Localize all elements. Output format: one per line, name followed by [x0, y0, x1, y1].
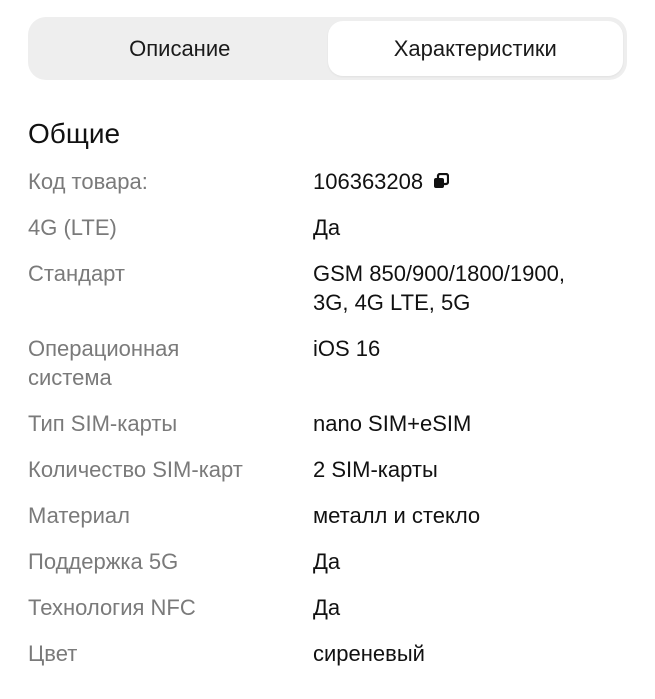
spec-label: Поддержка 5G: [28, 549, 179, 574]
spec-label: Тип SIM-карты: [28, 411, 178, 436]
spec-label: Материал: [28, 503, 130, 528]
spec-label: Операционная система: [28, 336, 180, 390]
spec-value: Да: [313, 215, 341, 240]
spec-row-color: Цвет сиреневый: [28, 639, 628, 668]
spec-label: Код товара:: [28, 169, 148, 194]
spec-value: Да: [313, 595, 341, 620]
spec-value: iOS 16: [313, 336, 381, 361]
spec-row-product-code: Код товара: 106363208: [28, 167, 628, 196]
spec-value: металл и стекло: [313, 503, 481, 528]
spec-row-sim-count: Количество SIM-карт 2 SIM-карты: [28, 455, 628, 484]
tab-description[interactable]: Описание: [32, 21, 328, 76]
product-code-value: 106363208: [313, 169, 424, 194]
spec-row-os: Операционная система iOS 16: [28, 334, 628, 392]
tab-switcher: Описание Характеристики: [28, 17, 627, 80]
spec-label: Стандарт: [28, 261, 126, 286]
spec-value: Да: [313, 549, 341, 574]
copy-icon[interactable]: [433, 172, 450, 189]
spec-value: 106363208: [313, 167, 628, 196]
spec-label: Количество SIM-карт: [28, 457, 243, 482]
spec-value: 2 SIM-карты: [313, 457, 438, 482]
section-title: Общие: [28, 118, 121, 149]
spec-value: сиреневый: [313, 641, 425, 666]
tab-specifications[interactable]: Характеристики: [327, 21, 623, 76]
spec-value: GSM 850/900/1800/1900, 3G, 4G LTE, 5G: [313, 261, 565, 315]
spec-row-nfc: Технология NFC Да: [28, 593, 628, 622]
spec-row-material: Материал металл и стекло: [28, 501, 628, 530]
spec-row-standard: Стандарт GSM 850/900/1800/1900, 3G, 4G L…: [28, 259, 628, 317]
specs-list: Код товара: 106363208 4G (LTE) Да Станда…: [28, 167, 628, 685]
spec-row-sim-type: Тип SIM-карты nano SIM+eSIM: [28, 409, 628, 438]
spec-value: nano SIM+eSIM: [313, 411, 472, 436]
spec-row-4g-lte: 4G (LTE) Да: [28, 213, 628, 242]
spec-label: Технология NFC: [28, 595, 196, 620]
spec-label: 4G (LTE): [28, 215, 117, 240]
spec-row-5g-support: Поддержка 5G Да: [28, 547, 628, 576]
spec-label: Цвет: [28, 641, 78, 666]
